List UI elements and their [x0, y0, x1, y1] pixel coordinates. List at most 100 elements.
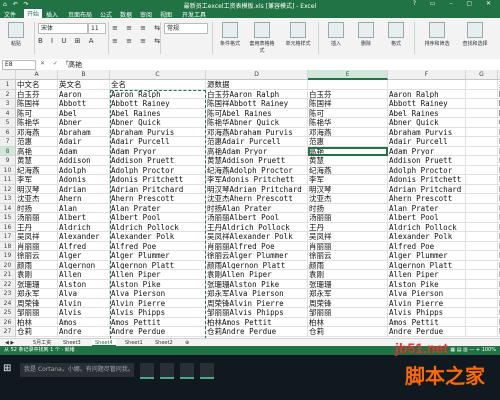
- cell-c7[interactable]: Adair Purcell: [110, 137, 206, 147]
- column-header-c[interactable]: C: [110, 70, 206, 80]
- cell-f3[interactable]: Abbott Rainey: [388, 99, 466, 109]
- quick-access-toolbar[interactable]: ⌂ ↶ ↷: [3, 1, 31, 8]
- row-header[interactable]: 14: [0, 203, 16, 213]
- cell-f25[interactable]: Alvis Phipps: [388, 308, 466, 318]
- cell-d12[interactable]: 明汉琴Adrian Pritchard: [206, 184, 308, 194]
- formula-input[interactable]: 高艳: [68, 60, 82, 70]
- font-format-buttons[interactable]: B I U ⊞ A: [38, 37, 97, 45]
- cell-a1[interactable]: 中文名: [16, 80, 58, 90]
- select-all-corner[interactable]: [0, 70, 16, 80]
- cell-d25[interactable]: 邹丽丽Alvis Phipps: [206, 308, 308, 318]
- cell-a6[interactable]: 邓海燕: [16, 127, 58, 137]
- cell-d7[interactable]: 范惠Adair Purcell: [206, 137, 308, 147]
- cell-e2[interactable]: 白玉芬: [308, 89, 388, 99]
- font-size-select[interactable]: 11: [88, 23, 106, 34]
- cell-a23[interactable]: 郑永军: [16, 289, 58, 299]
- cell-c16[interactable]: Aldrich Pollock: [110, 222, 206, 232]
- cell-d26[interactable]: 柏林Amos Pettit: [206, 317, 308, 327]
- number-format-select[interactable]: 常规: [164, 23, 208, 34]
- cell-f24[interactable]: Alvin Pierre: [388, 298, 466, 308]
- cell-c10[interactable]: Adolph Proctor: [110, 165, 206, 175]
- cell-b4[interactable]: Abel: [58, 108, 110, 118]
- cell-style-button[interactable]: 单元格样式: [284, 22, 312, 48]
- cell-c20[interactable]: Algernon Platt: [110, 260, 206, 270]
- cell-b8[interactable]: Adam: [58, 146, 110, 156]
- cell-b12[interactable]: Adrian: [58, 184, 110, 194]
- cell-a12[interactable]: 明汉琴: [16, 184, 58, 194]
- cell-b19[interactable]: Alger: [58, 251, 110, 261]
- cell-c21[interactable]: Allen Piper: [110, 270, 206, 280]
- cell-d24[interactable]: 周荣锋Alvin Pierre: [206, 298, 308, 308]
- cell-c9[interactable]: Addison Pruett: [110, 156, 206, 166]
- cell-a24[interactable]: 周荣锋: [16, 298, 58, 308]
- cell-a5[interactable]: 陈艳华: [16, 118, 58, 128]
- cell-b18[interactable]: Alfred: [58, 241, 110, 251]
- column-header-b[interactable]: B: [58, 70, 110, 80]
- cell-f23[interactable]: Alva Pierson: [388, 289, 466, 299]
- cell-e12[interactable]: 明汉琴: [308, 184, 388, 194]
- cell-a10[interactable]: 纪海燕: [16, 165, 58, 175]
- cell-c6[interactable]: Abraham Purvis: [110, 127, 206, 137]
- row-header[interactable]: 9: [0, 156, 16, 166]
- cell-f20[interactable]: Algernon Platt: [388, 260, 466, 270]
- cell-f6[interactable]: Abraham Purvis: [388, 127, 466, 137]
- cell-f2[interactable]: Aaron Ralph: [388, 89, 466, 99]
- cell-d6[interactable]: 邓海燕Abraham Purvis: [206, 127, 308, 137]
- row-header[interactable]: 24: [0, 298, 16, 308]
- excel-app-icon[interactable]: [200, 363, 214, 379]
- cell-d1[interactable]: 源数据: [206, 80, 308, 90]
- cell-b7[interactable]: Adair: [58, 137, 110, 147]
- row-header[interactable]: 5: [0, 118, 16, 128]
- cell-g24[interactable]: [466, 298, 498, 308]
- cell-d14[interactable]: 时扬Alan Prater: [206, 203, 308, 213]
- cell-b6[interactable]: Abraham: [58, 127, 110, 137]
- cell-c26[interactable]: Amos Pettit: [110, 317, 206, 327]
- cell-b9[interactable]: Addison: [58, 156, 110, 166]
- cell-g11[interactable]: [466, 175, 498, 185]
- cell-g21[interactable]: [466, 270, 498, 280]
- cell-b3[interactable]: Abbott: [58, 99, 110, 109]
- cell-a7[interactable]: 范惠: [16, 137, 58, 147]
- cell-g27[interactable]: [466, 327, 498, 337]
- cell-b2[interactable]: Aaron: [58, 89, 110, 99]
- cell-g10[interactable]: [466, 165, 498, 175]
- cell-f27[interactable]: Andre Perdue: [388, 327, 466, 337]
- cell-c25[interactable]: Alvis Phipps: [110, 308, 206, 318]
- cell-d4[interactable]: 陈可Abel Raines: [206, 108, 308, 118]
- cell-a22[interactable]: 张珊珊: [16, 279, 58, 289]
- row-header[interactable]: 10: [0, 165, 16, 175]
- cell-b25[interactable]: Alvis: [58, 308, 110, 318]
- cell-e3[interactable]: 陈国祥: [308, 99, 388, 109]
- cell-g8[interactable]: [466, 146, 498, 156]
- cell-e19[interactable]: 徐丽云: [308, 251, 388, 261]
- cell-c17[interactable]: Alexander Polk: [110, 232, 206, 242]
- cell-g16[interactable]: [466, 222, 498, 232]
- find-select-button[interactable]: 查找和选择: [458, 22, 492, 48]
- paste-button[interactable]: 粘贴: [2, 22, 30, 48]
- cell-e8[interactable]: 高艳: [308, 146, 388, 156]
- cell-c15[interactable]: Albert Pool: [110, 213, 206, 223]
- cell-f13[interactable]: Ahern Prescott: [388, 194, 466, 204]
- cell-e6[interactable]: 邓海燕: [308, 127, 388, 137]
- cell-e20[interactable]: 颜雨: [308, 260, 388, 270]
- row-header[interactable]: 16: [0, 222, 16, 232]
- cell-f4[interactable]: Abel Raines: [388, 108, 466, 118]
- delete-cells-button[interactable]: 删除: [352, 22, 380, 48]
- row-header[interactable]: 4: [0, 108, 16, 118]
- cell-e1[interactable]: [308, 80, 388, 90]
- cell-f16[interactable]: Aldrich Pollock: [388, 222, 466, 232]
- cell-b21[interactable]: Allen: [58, 270, 110, 280]
- cell-f7[interactable]: Adair Purcell: [388, 137, 466, 147]
- cell-c14[interactable]: Alan Prater: [110, 203, 206, 213]
- cell-b11[interactable]: Adonis: [58, 175, 110, 185]
- row-header[interactable]: 3: [0, 99, 16, 109]
- cell-a18[interactable]: 肖丽丽: [16, 241, 58, 251]
- row-header[interactable]: 23: [0, 289, 16, 299]
- row-header[interactable]: 1: [0, 80, 16, 90]
- cell-b22[interactable]: Alston: [58, 279, 110, 289]
- cell-c11[interactable]: Adonis Pritchett: [110, 175, 206, 185]
- cell-b1[interactable]: 英文名: [58, 80, 110, 90]
- cell-e15[interactable]: 汤丽丽: [308, 213, 388, 223]
- cell-c22[interactable]: Alston Pike: [110, 279, 206, 289]
- cell-c2[interactable]: Aaron Ralph: [110, 89, 206, 99]
